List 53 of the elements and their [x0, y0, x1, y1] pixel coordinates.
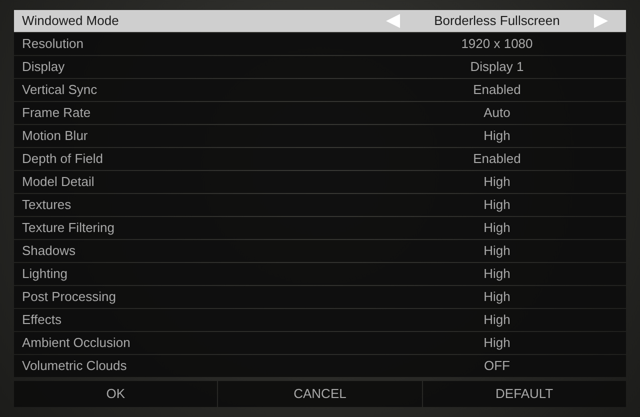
- setting-row[interactable]: Motion Blur High: [14, 125, 626, 147]
- setting-label: Post Processing: [21, 288, 117, 306]
- setting-label: Effects: [21, 311, 63, 330]
- setting-value: High: [484, 265, 510, 284]
- dialog-button[interactable]: CANCEL: [218, 381, 422, 407]
- setting-value: High: [484, 127, 510, 146]
- setting-value: 1920 x 1080: [461, 35, 533, 54]
- setting-value: High: [484, 288, 510, 306]
- setting-value: High: [484, 242, 510, 260]
- setting-label: Shadows: [21, 242, 76, 260]
- setting-label: Vertical Sync: [21, 81, 98, 100]
- setting-value: OFF: [484, 357, 510, 376]
- left-arrow-icon[interactable]: [386, 14, 400, 28]
- setting-label: Frame Rate: [21, 104, 92, 122]
- setting-row[interactable]: Effects High: [14, 309, 626, 331]
- setting-label: Windowed Mode: [21, 12, 120, 30]
- setting-row[interactable]: Texture Filtering High: [14, 217, 626, 239]
- setting-label: Textures: [21, 196, 72, 214]
- setting-row[interactable]: Resolution 1920 x 1080: [14, 33, 626, 55]
- setting-label: Volumetric Clouds: [21, 357, 128, 376]
- setting-row[interactable]: Frame Rate Auto: [14, 102, 626, 124]
- setting-row[interactable]: Lighting High: [14, 263, 626, 285]
- setting-row[interactable]: Post Processing High: [14, 286, 626, 308]
- setting-value: High: [484, 334, 510, 352]
- right-arrow-icon[interactable]: [594, 14, 608, 28]
- setting-row[interactable]: Display Display 1: [14, 56, 626, 78]
- setting-value: Enabled: [473, 150, 521, 168]
- setting-label: Display: [21, 58, 66, 76]
- setting-row[interactable]: Vertical Sync Enabled: [14, 79, 626, 101]
- setting-label: Motion Blur: [21, 127, 89, 146]
- setting-value: High: [484, 219, 510, 238]
- setting-row[interactable]: Depth of Field Enabled: [14, 148, 626, 170]
- setting-value: Enabled: [473, 81, 521, 100]
- setting-row[interactable]: Windowed Mode Borderless Fullscreen: [14, 10, 626, 32]
- setting-value: High: [484, 311, 510, 330]
- dialog-button[interactable]: DEFAULT: [422, 381, 626, 407]
- setting-label: Texture Filtering: [21, 219, 116, 238]
- dialog-button[interactable]: OK: [14, 381, 218, 407]
- setting-value: High: [484, 173, 510, 192]
- setting-row[interactable]: Model Detail High: [14, 171, 626, 193]
- setting-label: Depth of Field: [21, 150, 104, 168]
- setting-row[interactable]: Volumetric Clouds OFF: [14, 355, 626, 377]
- setting-value: Auto: [484, 104, 510, 122]
- setting-label: Lighting: [21, 265, 69, 284]
- setting-value: Display 1: [470, 58, 524, 76]
- setting-value: High: [484, 196, 510, 214]
- setting-label: Model Detail: [21, 173, 96, 192]
- setting-row[interactable]: Ambient Occlusion High: [14, 332, 626, 354]
- setting-value: Borderless Fullscreen: [434, 12, 560, 30]
- setting-row[interactable]: Shadows High: [14, 240, 626, 262]
- setting-label: Resolution: [21, 35, 84, 54]
- setting-row[interactable]: Textures High: [14, 194, 626, 216]
- setting-label: Ambient Occlusion: [21, 334, 132, 352]
